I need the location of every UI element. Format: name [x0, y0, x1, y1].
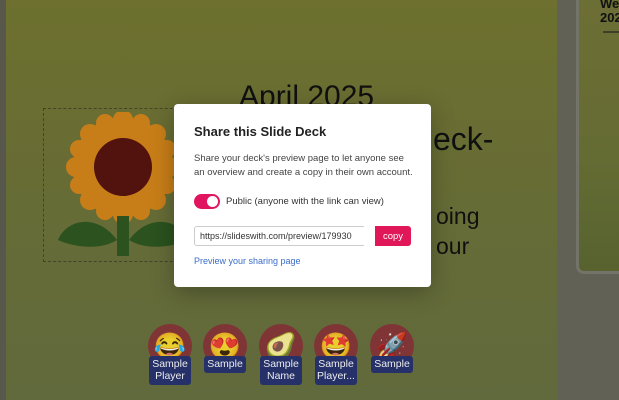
dialog-title: Share this Slide Deck	[194, 124, 327, 139]
share-url-field[interactable]	[194, 226, 364, 246]
toggle-knob	[207, 196, 218, 207]
preview-sharing-page-link[interactable]: Preview your sharing page	[194, 256, 301, 266]
public-toggle[interactable]	[194, 194, 220, 209]
public-toggle-label: Public (anyone with the link can view)	[226, 196, 384, 207]
copy-button[interactable]: copy	[375, 226, 411, 246]
share-dialog: Share this Slide Deck Share your deck's …	[174, 104, 431, 287]
dialog-description: Share your deck's preview page to let an…	[194, 153, 413, 178]
editor-background: April 2025 eck- oing our 😂 Sample Player…	[0, 0, 619, 400]
